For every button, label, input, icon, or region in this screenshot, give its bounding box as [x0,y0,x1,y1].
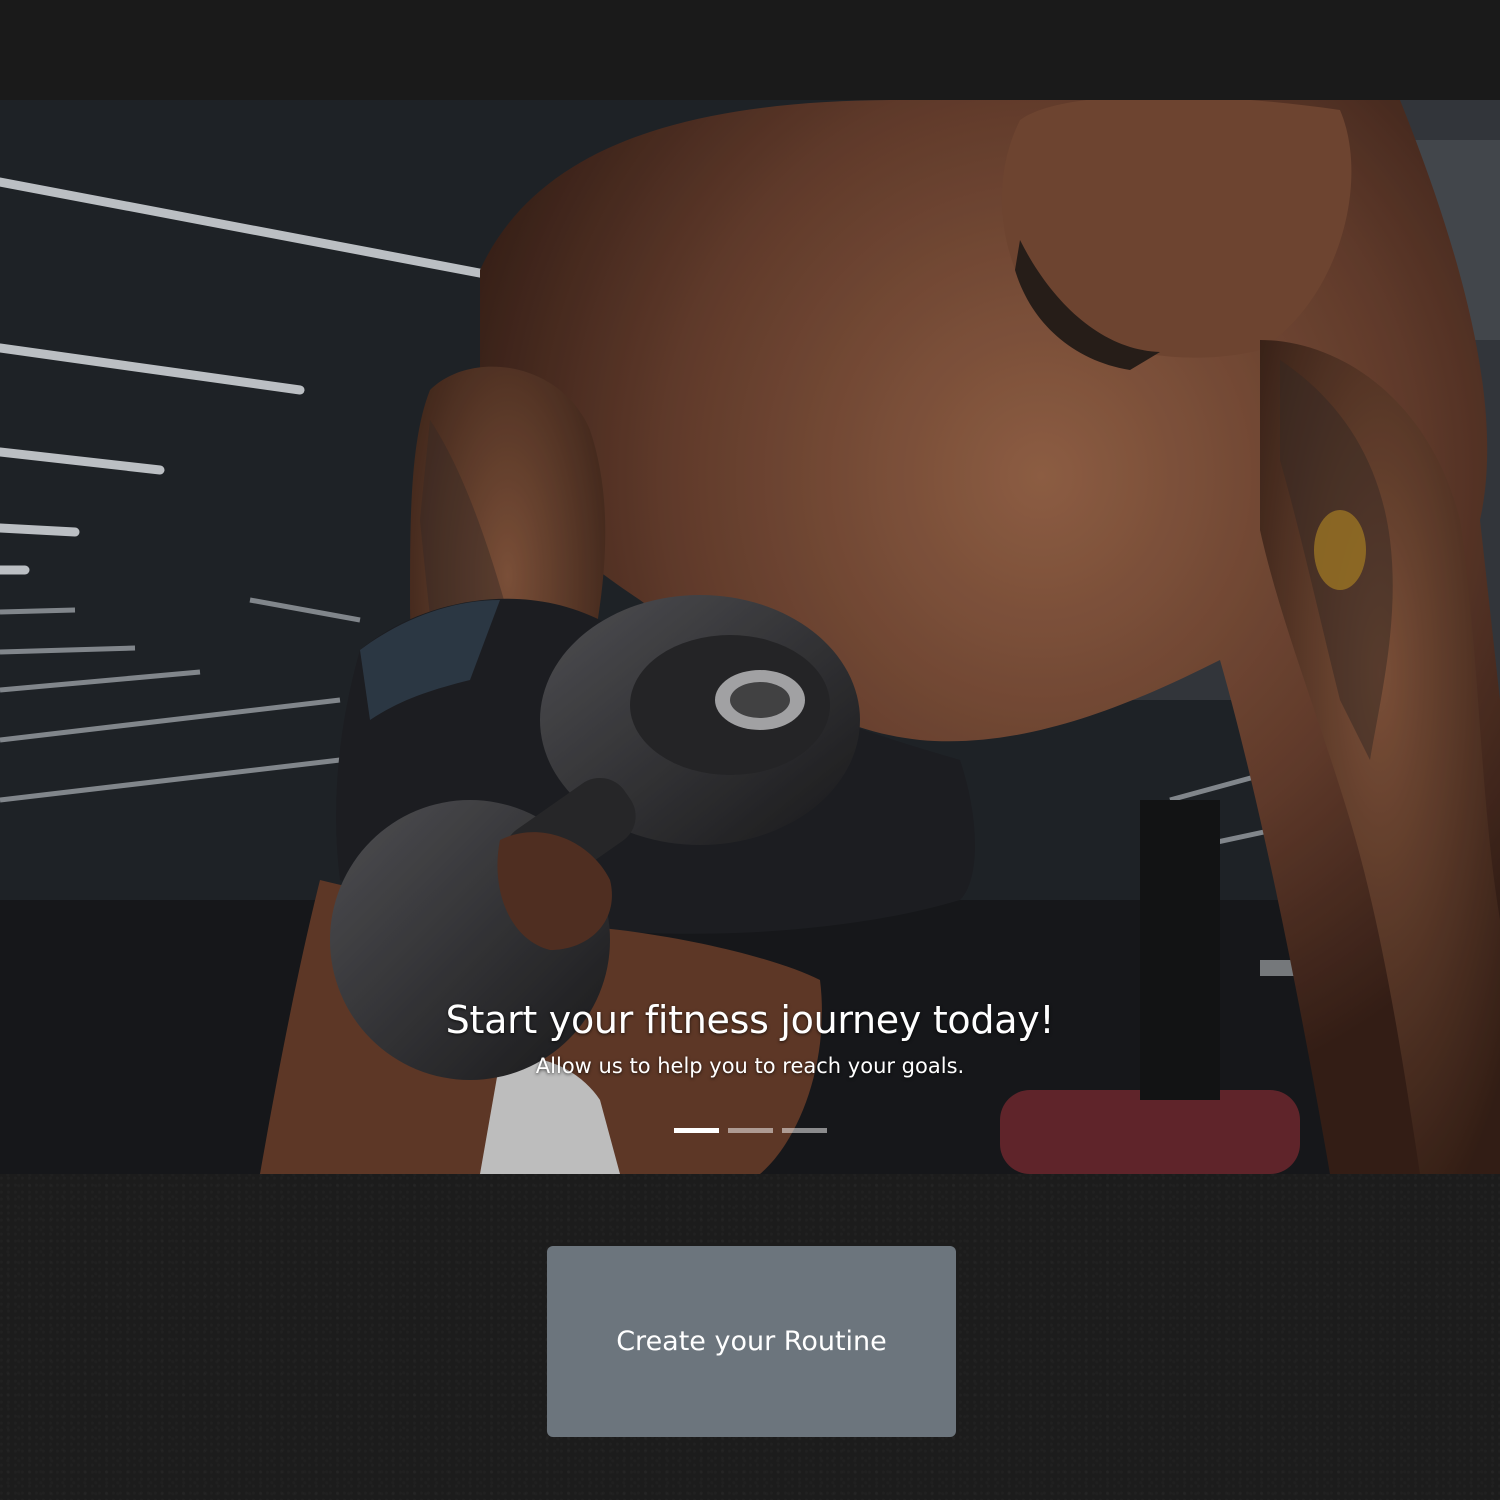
carousel-indicator-3[interactable] [781,1128,827,1133]
caption-subtitle: Allow us to help you to reach your goals… [535,1054,965,1078]
carousel-indicators [0,1128,1500,1133]
hero-carousel[interactable]: Start your fitness journey today! Allow … [0,100,1500,1174]
carousel-indicator-2[interactable] [727,1128,773,1133]
carousel-indicator-1[interactable] [673,1128,719,1133]
page: Start your fitness journey today! Allow … [0,0,1500,1500]
carousel-caption: Start your fitness journey today! Allow … [0,994,1500,1080]
top-band [0,0,1500,100]
create-routine-button[interactable]: Create your Routine [547,1246,956,1437]
caption-title: Start your fitness journey today! [445,998,1055,1042]
